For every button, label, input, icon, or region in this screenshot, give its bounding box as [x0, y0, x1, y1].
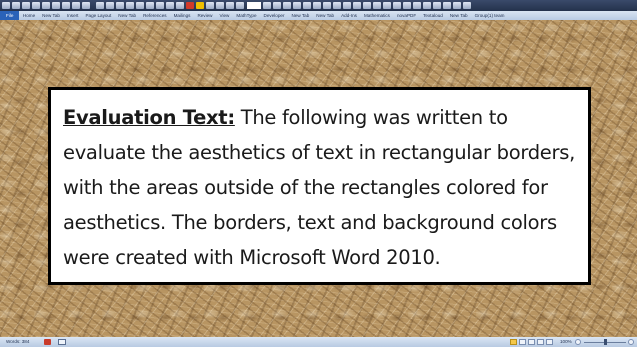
zoom-in-icon[interactable] [628, 339, 634, 345]
print-layout-view-icon[interactable] [510, 339, 517, 345]
align-icon[interactable] [236, 2, 244, 9]
view-buttons [510, 339, 555, 345]
tab-developer[interactable]: Developer [260, 11, 288, 20]
undo-icon[interactable] [22, 2, 30, 9]
line-1-text: The following was written to [234, 106, 508, 129]
tab-group-team[interactable]: Group(1) team [471, 11, 508, 20]
ribbon-tabs: File Home New Tab Insert Page Layout New… [0, 11, 637, 20]
page-number-icon[interactable] [423, 2, 431, 9]
open-icon[interactable] [52, 2, 60, 9]
zoom-out-icon[interactable] [575, 339, 581, 345]
macro-record-icon[interactable] [58, 339, 66, 345]
outline-view-icon[interactable] [537, 339, 544, 345]
indent-icon[interactable] [226, 2, 234, 9]
record-icon[interactable] [186, 2, 194, 9]
object-icon[interactable] [443, 2, 451, 9]
underline-icon[interactable] [293, 2, 301, 9]
evaluation-heading: Evaluation Text: [63, 106, 235, 129]
chart-icon[interactable] [126, 2, 134, 9]
find-icon[interactable] [343, 2, 351, 9]
symbol-icon[interactable] [156, 2, 164, 9]
font-color-icon[interactable] [263, 2, 271, 9]
columns-icon[interactable] [453, 2, 461, 9]
tab-new-tab-4[interactable]: New Tab [313, 11, 338, 20]
highlight-icon[interactable] [196, 2, 204, 9]
tab-add-ins[interactable]: Add-Ins [338, 11, 361, 20]
draft-view-icon[interactable] [546, 339, 553, 345]
tab-textaloud[interactable]: Textaloud [420, 11, 447, 20]
word-app-icon[interactable] [2, 2, 10, 9]
picture-icon[interactable] [106, 2, 114, 9]
textbox-icon[interactable] [136, 2, 144, 9]
tab-mailings[interactable]: Mailings [170, 11, 194, 20]
document-page: Evaluation Text: The following was writt… [0, 20, 637, 337]
tab-references[interactable]: References [140, 11, 171, 20]
word-count[interactable]: Words: 384 [6, 337, 29, 347]
new-document-icon[interactable] [62, 2, 70, 9]
paragraph-line-4: aesthetics. The borders, text and backgr… [63, 211, 557, 234]
wordart-icon[interactable] [146, 2, 154, 9]
evaluation-text-box[interactable]: Evaluation Text: The following was writt… [48, 87, 591, 285]
comment-icon[interactable] [393, 2, 401, 9]
status-bar: Words: 384 100% [0, 337, 637, 347]
numbering-icon[interactable] [216, 2, 224, 9]
save-icon[interactable] [12, 2, 20, 9]
paragraph-line-3: with the areas outside of the rectangles… [63, 176, 548, 199]
shading-icon[interactable] [313, 2, 321, 9]
tab-page-layout[interactable]: Page Layout [82, 11, 115, 20]
email-icon[interactable] [72, 2, 80, 9]
select-icon[interactable] [363, 2, 371, 9]
bookmark-icon[interactable] [383, 2, 391, 9]
italic-icon[interactable] [283, 2, 291, 9]
tab-review[interactable]: Review [194, 11, 216, 20]
tab-home[interactable]: Home [19, 11, 38, 20]
print-icon[interactable] [42, 2, 50, 9]
tab-novapdf[interactable]: novaPDF [393, 11, 419, 20]
play-icon[interactable] [176, 2, 184, 9]
customize-toolbar-icon[interactable] [463, 2, 471, 9]
bullets-icon[interactable] [206, 2, 214, 9]
web-layout-view-icon[interactable] [528, 339, 535, 345]
bold-icon[interactable] [273, 2, 281, 9]
spelling-icon[interactable] [82, 2, 90, 9]
zoom-slider-thumb[interactable] [604, 339, 607, 345]
table-icon[interactable] [96, 2, 104, 9]
zoom-level[interactable]: 100% [560, 337, 572, 347]
quick-access-toolbar [0, 0, 637, 11]
replace-icon[interactable] [353, 2, 361, 9]
tab-file[interactable]: File [0, 11, 20, 20]
redo-icon[interactable] [32, 2, 40, 9]
footer-icon[interactable] [413, 2, 421, 9]
font-size-field[interactable] [247, 2, 261, 9]
tab-mathematics[interactable]: Mathematics [360, 11, 393, 20]
date-icon[interactable] [433, 2, 441, 9]
tab-new-tab-3[interactable]: New Tab [288, 11, 313, 20]
styles-icon[interactable] [333, 2, 341, 9]
header-icon[interactable] [403, 2, 411, 9]
tab-new-tab-5[interactable]: New Tab [446, 11, 471, 20]
paragraph-line-2: evaluate the aesthetics of text in recta… [63, 141, 575, 164]
equation-icon[interactable] [166, 2, 174, 9]
proofing-error-icon[interactable] [44, 339, 51, 345]
tab-mathtype[interactable]: MathType [233, 11, 260, 20]
border-icon[interactable] [303, 2, 311, 9]
tab-new-tab-2[interactable]: New Tab [115, 11, 140, 20]
tab-insert[interactable]: Insert [63, 11, 82, 20]
full-screen-view-icon[interactable] [519, 339, 526, 345]
paragraph-line-1: Evaluation Text: The following was writt… [63, 100, 576, 135]
tab-view[interactable]: View [216, 11, 233, 20]
tab-new-tab[interactable]: New Tab [39, 11, 64, 20]
link-icon[interactable] [373, 2, 381, 9]
paragraph-icon[interactable] [323, 2, 331, 9]
shape-icon[interactable] [116, 2, 124, 9]
paragraph-line-5: were created with Microsoft Word 2010. [63, 246, 441, 269]
